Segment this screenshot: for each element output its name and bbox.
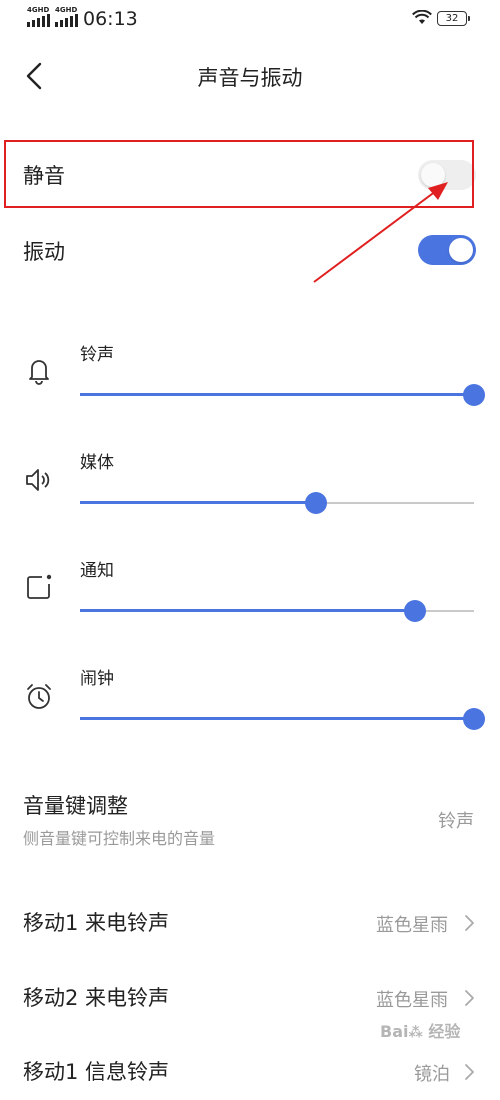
slider-fill	[80, 609, 415, 612]
alarm-clock-icon	[27, 684, 51, 709]
sim1-ringtone-label: 移动1 来电铃声	[23, 911, 170, 935]
sim1-message-tone-label: 移动1 信息铃声	[23, 1060, 170, 1084]
sim2-ringtone-value: 蓝色星雨	[376, 990, 448, 1011]
slider-fill	[80, 717, 474, 720]
baidu-watermark-logo: Bai⁂ 经验	[380, 1022, 461, 1041]
slider-fill	[80, 393, 474, 396]
alarm-volume-slider[interactable]	[80, 707, 485, 731]
sim1-ringtone-row[interactable]: 移动1 来电铃声 蓝色星雨	[0, 895, 500, 951]
vibrate-row[interactable]: 振动	[0, 218, 500, 282]
header: 声音与振动	[0, 52, 500, 100]
sim1-ringtone-value: 蓝色星雨	[376, 915, 448, 936]
vibrate-label: 振动	[23, 240, 65, 264]
volume-key-subtitle: 侧音量键可控制来电的音量	[23, 829, 216, 848]
toggle-knob	[449, 238, 473, 262]
network-type-1: 4GHD	[27, 6, 50, 14]
chevron-right-icon	[465, 990, 474, 1006]
media-volume-slider[interactable]	[80, 491, 474, 515]
volume-key-value: 铃声	[438, 811, 474, 832]
volume-key-row[interactable]: 音量键调整 侧音量键可控制来电的音量 铃声	[0, 780, 500, 860]
slider-thumb[interactable]	[463, 708, 485, 730]
status-time: 06:13	[83, 8, 138, 30]
battery-level: 32	[445, 13, 459, 24]
ringtone-volume-label: 铃声	[80, 345, 114, 365]
sim1-message-tone-value: 镜泊	[414, 1064, 450, 1085]
chevron-right-icon	[465, 915, 474, 931]
slider-thumb[interactable]	[463, 384, 485, 406]
ringtone-volume-slider[interactable]	[80, 383, 485, 407]
volume-key-title: 音量键调整	[23, 794, 128, 818]
status-bar: 4GHD 4GHD 06:13 32	[0, 0, 500, 40]
notification-icon	[27, 574, 52, 599]
network-type-2: 4GHD	[55, 6, 78, 14]
slider-thumb[interactable]	[305, 492, 327, 514]
signal-icon-2: 4GHD	[55, 6, 78, 27]
chevron-right-icon	[465, 1064, 474, 1080]
notification-volume-label: 通知	[80, 561, 114, 581]
page-title: 声音与振动	[197, 66, 303, 90]
wifi-icon	[412, 10, 432, 24]
media-volume-label: 媒体	[80, 453, 114, 473]
sim1-message-tone-row[interactable]: 移动1 信息铃声 镜泊	[0, 1044, 500, 1100]
slider-thumb[interactable]	[404, 600, 426, 622]
slider-fill	[80, 501, 316, 504]
speaker-icon	[26, 469, 50, 491]
signal-icon: 4GHD	[27, 6, 50, 27]
bell-icon	[29, 360, 49, 385]
vibrate-toggle[interactable]	[418, 235, 476, 265]
battery-icon: 32	[437, 11, 470, 26]
alarm-volume-label: 闹钟	[80, 669, 114, 689]
sim2-ringtone-label: 移动2 来电铃声	[23, 986, 170, 1010]
notification-volume-slider[interactable]	[80, 599, 474, 623]
